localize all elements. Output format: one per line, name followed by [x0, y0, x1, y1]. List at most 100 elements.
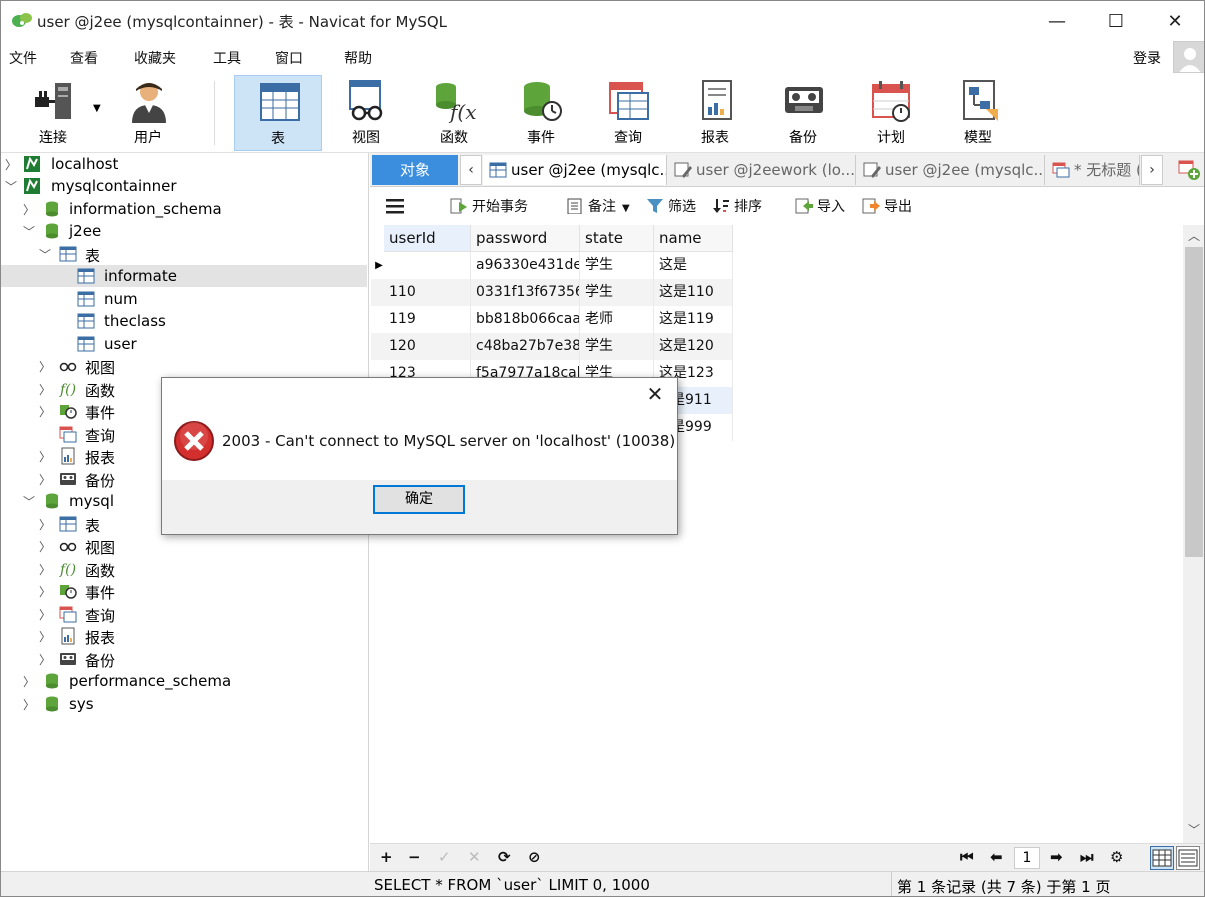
menu-file[interactable]: 文件	[9, 48, 37, 68]
add-record-button[interactable]: +	[380, 848, 393, 866]
tree-node-performance-schema[interactable]: 〉 performance_schema	[1, 670, 367, 692]
collapsed-arrow-icon[interactable]: 〉	[39, 358, 51, 375]
memo-button[interactable]: 备注 ▼	[566, 196, 630, 216]
table-row[interactable]: 110 0331f13f67356 学生 这是110	[371, 279, 733, 306]
scroll-down-arrow-icon[interactable]: ﹀	[1183, 821, 1204, 841]
connect-dropdown-arrow-icon[interactable]: ▼	[93, 103, 101, 114]
discard-changes-button[interactable]: ✕	[468, 848, 481, 866]
expanded-arrow-icon[interactable]: ﹀	[23, 493, 35, 510]
collapsed-arrow-icon[interactable]: 〉	[23, 696, 35, 713]
menu-favorites[interactable]: 收藏夹	[134, 48, 176, 68]
collapsed-arrow-icon[interactable]: 〉	[39, 538, 51, 555]
tab-user-j2eework[interactable]: user @j2eework (lo...	[668, 155, 856, 185]
refresh-button[interactable]: ⟳	[498, 848, 511, 866]
tree-node-sys[interactable]: 〉 sys	[1, 693, 367, 715]
menu-window[interactable]: 窗口	[275, 48, 303, 68]
close-window-button[interactable]: ✕	[1152, 1, 1198, 41]
menu-tools[interactable]: 工具	[213, 48, 241, 68]
expanded-arrow-icon[interactable]: ﹀	[39, 246, 51, 263]
tab-user-j2ee-active[interactable]: user @j2ee (mysqlc...	[483, 155, 667, 185]
tree-node-mysql-events[interactable]: 〉 事件	[1, 580, 367, 602]
tree-node-j2ee-tables[interactable]: ﹀ 表	[1, 243, 367, 265]
apply-changes-button[interactable]: ✓	[438, 848, 451, 866]
tree-node-mysql-views[interactable]: 〉 视图	[1, 535, 367, 557]
tab-untitled-query[interactable]: * 无标题 (	[1046, 155, 1140, 185]
tree-node-table-user[interactable]: user	[1, 333, 367, 355]
vertical-scrollbar[interactable]: ︿ ﹀	[1183, 225, 1204, 843]
cell-userid[interactable]	[384, 252, 471, 279]
memo-dropdown-arrow-icon[interactable]: ▼	[622, 203, 630, 214]
collapsed-arrow-icon[interactable]: 〉	[39, 381, 51, 398]
tab-user-j2ee-design[interactable]: user @j2ee (mysqlc...	[857, 155, 1045, 185]
cell-state[interactable]: 学生	[580, 279, 654, 306]
column-header-password[interactable]: password	[471, 225, 580, 252]
table-row[interactable]: 119 bb818b066caa 老师 这是119	[371, 306, 733, 333]
settings-gear-icon[interactable]: ⚙	[1110, 848, 1123, 866]
table-row[interactable]: ▶ a96330e431de 学生 这是	[371, 252, 733, 279]
column-header-name[interactable]: name	[654, 225, 733, 252]
tree-node-mysql-functions[interactable]: 〉 f() 函数	[1, 558, 367, 580]
import-button[interactable]: 导入	[795, 196, 845, 216]
ok-button[interactable]: 确定	[373, 485, 465, 514]
login-link[interactable]: 登录	[1133, 48, 1161, 68]
cell-name[interactable]: 这是120	[654, 333, 733, 360]
cell-name[interactable]: 这是110	[654, 279, 733, 306]
table-button[interactable]: 表	[234, 75, 322, 151]
tree-node-table-num[interactable]: num	[1, 288, 367, 310]
expanded-arrow-icon[interactable]: ﹀	[23, 223, 35, 240]
tab-scroll-right-icon[interactable]: ›	[1141, 155, 1163, 185]
user-button[interactable]: 用户	[104, 75, 192, 151]
next-page-button[interactable]: ➡	[1050, 848, 1063, 866]
cell-userid[interactable]: 120	[384, 333, 471, 360]
schedule-button[interactable]: 计划	[847, 75, 935, 151]
tree-node-table-informate[interactable]: informate	[1, 265, 367, 287]
event-button[interactable]: 事件	[497, 75, 585, 151]
collapsed-arrow-icon[interactable]: 〉	[39, 651, 51, 668]
collapsed-arrow-icon[interactable]: 〉	[39, 403, 51, 420]
form-view-button[interactable]	[1176, 846, 1200, 870]
sort-button[interactable]: 排序	[712, 196, 762, 216]
column-header-userid[interactable]: userId	[384, 225, 471, 252]
hamburger-menu-icon[interactable]	[386, 198, 404, 214]
model-button[interactable]: 模型	[934, 75, 1022, 151]
stop-button[interactable]: ⊘	[528, 848, 541, 866]
avatar[interactable]	[1173, 41, 1204, 73]
minimize-button[interactable]: —	[1034, 1, 1080, 41]
tree-node-j2ee-views[interactable]: 〉 视图	[1, 355, 367, 377]
cell-name[interactable]: 这是	[654, 252, 733, 279]
collapsed-arrow-icon[interactable]: 〉	[39, 516, 51, 533]
menu-view[interactable]: 查看	[70, 48, 98, 68]
menu-help[interactable]: 帮助	[344, 48, 372, 68]
collapsed-arrow-icon[interactable]: 〉	[39, 471, 51, 488]
scrollbar-thumb[interactable]	[1185, 247, 1203, 557]
scroll-up-arrow-icon[interactable]: ︿	[1183, 227, 1204, 247]
tree-node-mysql-queries[interactable]: 〉 查询	[1, 603, 367, 625]
cell-password[interactable]: a96330e431de	[471, 252, 580, 279]
cell-userid[interactable]: 110	[384, 279, 471, 306]
page-number-input[interactable]: 1	[1014, 847, 1040, 869]
collapsed-arrow-icon[interactable]: 〉	[5, 156, 17, 173]
collapsed-arrow-icon[interactable]: 〉	[39, 606, 51, 623]
filter-button[interactable]: 筛选	[646, 196, 696, 216]
report-button[interactable]: 报表	[671, 75, 759, 151]
dialog-close-button[interactable]: ✕	[640, 381, 670, 407]
tree-node-j2ee[interactable]: ﹀ j2ee	[1, 220, 367, 242]
tree-node-information-schema[interactable]: 〉 information_schema	[1, 198, 367, 220]
cell-password[interactable]: 0331f13f67356	[471, 279, 580, 306]
delete-record-button[interactable]: −	[408, 848, 421, 866]
view-button[interactable]: 视图	[322, 75, 410, 151]
collapsed-arrow-icon[interactable]: 〉	[39, 583, 51, 600]
query-button[interactable]: 查询	[584, 75, 672, 151]
first-page-button[interactable]: ⏮	[960, 848, 974, 866]
export-button[interactable]: 导出	[862, 196, 912, 216]
new-tab-icon[interactable]	[1174, 155, 1204, 185]
cell-password[interactable]: c48ba27b7e38	[471, 333, 580, 360]
tree-node-mysql-backups[interactable]: 〉 备份	[1, 648, 367, 670]
tree-node-localhost[interactable]: 〉 localhost	[1, 153, 367, 175]
tab-objects[interactable]: 对象	[372, 155, 458, 185]
collapsed-arrow-icon[interactable]: 〉	[39, 561, 51, 578]
tree-node-table-theclass[interactable]: theclass	[1, 310, 367, 332]
cell-name[interactable]: 这是119	[654, 306, 733, 333]
cell-state[interactable]: 学生	[580, 333, 654, 360]
begin-transaction-button[interactable]: 开始事务	[450, 196, 528, 216]
